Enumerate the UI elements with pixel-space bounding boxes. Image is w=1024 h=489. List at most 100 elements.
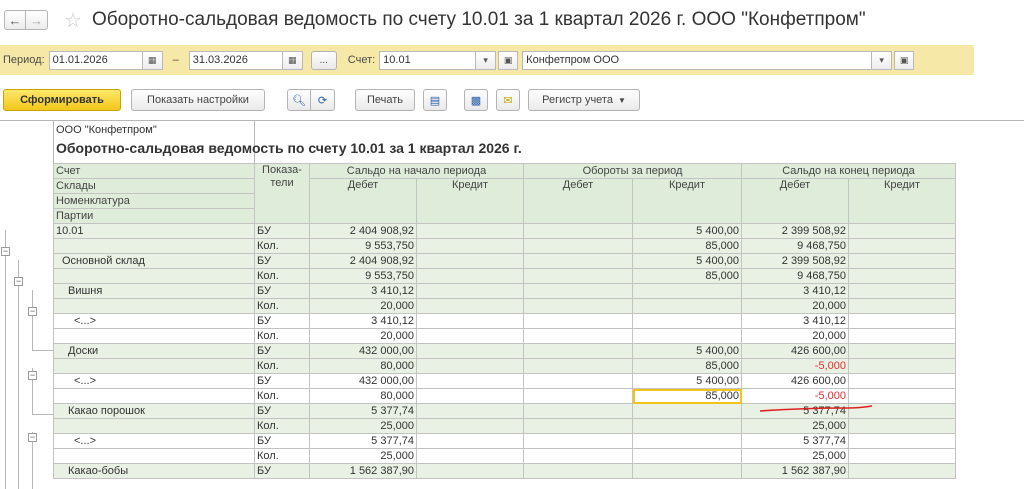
collapse-icon[interactable]: − [1,247,10,256]
value-cell[interactable]: 20,000 [309,328,417,344]
value-cell[interactable] [416,343,524,359]
value-cell[interactable]: 25,000 [309,418,417,434]
back-button[interactable]: ← [4,10,26,30]
value-cell[interactable]: 432 000,00 [309,373,417,389]
value-cell[interactable] [632,403,742,419]
value-cell[interactable]: 3 410,12 [741,313,849,329]
value-cell[interactable]: 85,000 [632,238,742,254]
value-cell[interactable] [848,253,956,269]
value-cell[interactable]: 25,000 [741,418,849,434]
row-name-cell-empty[interactable] [53,358,255,374]
row-name-cell-empty[interactable] [53,418,255,434]
row-name-cell[interactable]: Основной склад [53,253,255,269]
indicator-cell[interactable]: БУ [254,463,310,479]
search-advanced-button[interactable]: ⟳ [311,89,335,111]
value-cell[interactable] [416,298,524,314]
value-cell[interactable] [632,433,742,449]
value-cell[interactable]: 85,000 [632,268,742,284]
value-cell[interactable] [416,358,524,374]
calendar-from-button[interactable]: ▦ [142,50,163,70]
row-name-cell[interactable]: Доски [53,343,255,359]
indicator-cell[interactable]: Кол. [254,418,310,434]
indicator-cell[interactable]: Кол. [254,328,310,344]
collapse-icon[interactable]: − [28,307,37,316]
value-cell[interactable]: 2 404 908,92 [309,253,417,269]
collapse-icon[interactable]: − [28,433,37,442]
value-cell[interactable] [523,448,633,464]
row-name-cell[interactable]: <...> [53,313,255,329]
value-cell[interactable] [632,283,742,299]
value-cell[interactable] [523,433,633,449]
value-cell[interactable]: -5,000 [741,388,849,404]
forward-button[interactable]: → [26,10,48,30]
value-cell[interactable] [848,373,956,389]
value-cell[interactable] [416,388,524,404]
indicator-cell[interactable]: БУ [254,223,310,239]
row-name-cell-empty[interactable] [53,298,255,314]
account-dropdown-button[interactable]: ▾ [476,50,497,70]
value-cell[interactable] [848,238,956,254]
value-cell[interactable]: 2 404 908,92 [309,223,417,239]
value-cell[interactable] [523,388,633,404]
indicator-cell[interactable]: БУ [254,313,310,329]
row-name-cell-empty[interactable] [53,268,255,284]
row-name-cell[interactable]: Какао порошок [53,403,255,419]
value-cell[interactable]: 1 562 387,90 [309,463,417,479]
value-cell[interactable] [523,223,633,239]
preview-button[interactable]: ▤ [423,89,447,111]
value-cell[interactable]: 2 399 508,92 [741,253,849,269]
indicator-cell[interactable]: БУ [254,283,310,299]
value-cell[interactable] [848,433,956,449]
value-cell[interactable] [416,238,524,254]
value-cell[interactable]: 9 468,750 [741,268,849,284]
value-cell[interactable] [523,403,633,419]
value-cell[interactable]: 20,000 [741,298,849,314]
row-name-cell-empty[interactable] [53,238,255,254]
value-cell[interactable] [632,418,742,434]
selected-cell[interactable]: 85,000 [632,388,742,404]
value-cell[interactable]: 5 400,00 [632,223,742,239]
value-cell[interactable]: -5,000 [741,358,849,374]
value-cell[interactable] [848,283,956,299]
row-name-cell-empty[interactable] [53,448,255,464]
value-cell[interactable]: 5 377,74 [741,433,849,449]
value-cell[interactable]: 20,000 [309,298,417,314]
value-cell[interactable]: 85,000 [632,358,742,374]
value-cell[interactable]: 20,000 [741,328,849,344]
value-cell[interactable] [848,328,956,344]
indicator-cell[interactable]: Кол. [254,358,310,374]
value-cell[interactable]: 9 468,750 [741,238,849,254]
value-cell[interactable] [848,313,956,329]
value-cell[interactable]: 3 410,12 [309,313,417,329]
value-cell[interactable] [523,253,633,269]
account-input[interactable]: 10.01 [379,50,477,70]
indicator-cell[interactable]: БУ [254,403,310,419]
value-cell[interactable] [416,373,524,389]
value-cell[interactable]: 5 377,74 [309,403,417,419]
value-cell[interactable] [848,223,956,239]
value-cell[interactable]: 9 553,750 [309,268,417,284]
value-cell[interactable]: 3 410,12 [309,283,417,299]
indicator-cell[interactable]: Кол. [254,268,310,284]
value-cell[interactable]: 1 562 387,90 [741,463,849,479]
value-cell[interactable] [632,448,742,464]
value-cell[interactable] [523,313,633,329]
generate-button[interactable]: Сформировать [3,89,121,111]
register-button[interactable]: Регистр учета ▼ [528,89,640,111]
value-cell[interactable] [416,268,524,284]
value-cell[interactable]: 80,000 [309,358,417,374]
date-to-input[interactable]: 31.03.2026 [188,50,283,70]
organization-open-button[interactable]: ▣ [894,50,915,70]
value-cell[interactable] [416,403,524,419]
value-cell[interactable] [416,223,524,239]
date-from-input[interactable]: 01.01.2026 [48,50,143,70]
value-cell[interactable]: 5 377,74 [309,433,417,449]
indicator-cell[interactable]: Кол. [254,448,310,464]
value-cell[interactable] [416,328,524,344]
indicator-cell[interactable]: БУ [254,253,310,269]
value-cell[interactable]: 5 400,00 [632,373,742,389]
row-name-cell[interactable]: Какао-бобы [53,463,255,479]
value-cell[interactable] [523,343,633,359]
indicator-cell[interactable]: Кол. [254,388,310,404]
row-name-cell[interactable]: <...> [53,433,255,449]
